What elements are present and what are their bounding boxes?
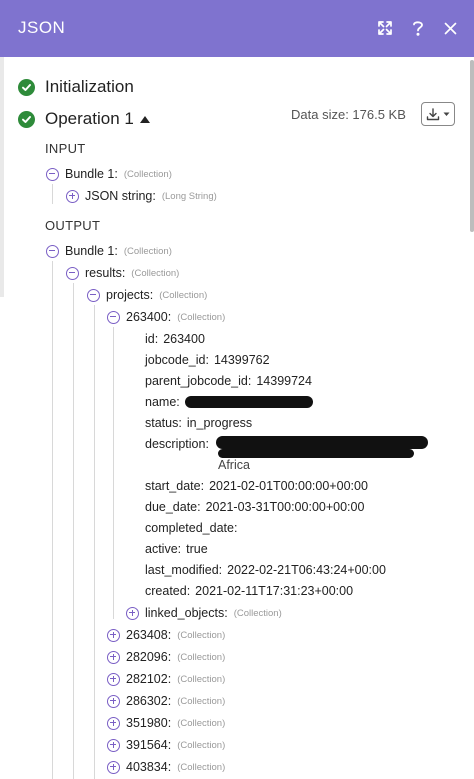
- field-row: active: true: [145, 542, 208, 556]
- output-bundle-row[interactable]: Bundle 1: (Collection): [46, 244, 172, 258]
- expand-toggle-icon[interactable]: [107, 716, 120, 730]
- tree-key: linked_objects:: [145, 606, 228, 620]
- field-row: name:: [145, 395, 180, 409]
- check-circle-icon: [18, 78, 35, 96]
- download-icon: [426, 107, 440, 120]
- tree-type: (Collection): [177, 695, 226, 707]
- tree-guide-line: [94, 305, 95, 779]
- collapse-toggle-icon[interactable]: [87, 288, 100, 302]
- field-row: start_date: 2021-02-01T00:00:00+00:00: [145, 479, 368, 493]
- description-continuation: Africa: [218, 458, 250, 472]
- tree-key: 263408:: [126, 628, 172, 642]
- tree-type: (Collection): [177, 739, 226, 751]
- field-row: created: 2021-02-11T17:31:23+00:00: [145, 584, 354, 598]
- tree-key: 286302:: [126, 694, 172, 708]
- project-row[interactable]: 351980: (Collection): [107, 716, 225, 730]
- tree-type: (Collection): [177, 761, 226, 773]
- expand-toggle-icon[interactable]: [107, 672, 120, 686]
- collapse-triangle-icon[interactable]: [139, 115, 150, 123]
- tree-guide-line: [52, 184, 53, 204]
- collapse-toggle-icon[interactable]: [66, 266, 79, 280]
- tree-key: 351980:: [126, 716, 172, 730]
- tree-type: (Collection): [159, 289, 208, 301]
- initialization-title: Initialization: [45, 77, 134, 96]
- close-icon[interactable]: [438, 16, 462, 40]
- redaction-mark: [185, 396, 313, 408]
- tree-type: (Collection): [233, 607, 282, 619]
- projects-row[interactable]: projects: (Collection): [87, 288, 207, 302]
- project-row[interactable]: 282102: (Collection): [107, 672, 225, 686]
- background-edge: [0, 57, 4, 297]
- expand-toggle-icon[interactable]: [126, 606, 139, 620]
- data-size: Data size: 176.5 KB: [291, 107, 406, 122]
- field-row: status: in_progress: [145, 416, 253, 430]
- tree-guide-line: [73, 283, 74, 779]
- field-row: due_date: 2021-03-31T00:00:00+00:00: [145, 500, 365, 514]
- tree-key: 403834:: [126, 760, 172, 774]
- field-row: last_modified: 2022-02-21T06:43:24+00:00: [145, 563, 386, 577]
- project-row[interactable]: 286302: (Collection): [107, 694, 225, 708]
- tree-type: (Collection): [123, 168, 172, 180]
- tree-key: 282102:: [126, 672, 172, 686]
- project-263400-row[interactable]: 263400: (Collection): [107, 310, 225, 324]
- expand-toggle-icon[interactable]: [107, 760, 120, 774]
- collapse-toggle-icon[interactable]: [107, 310, 120, 324]
- input-bundle-row[interactable]: Bundle 1: (Collection): [46, 167, 172, 181]
- tree-key: projects:: [106, 288, 154, 302]
- collapse-toggle-icon[interactable]: [46, 244, 59, 258]
- tree-guide-line: [113, 327, 114, 619]
- tree-key: 282096:: [126, 650, 172, 664]
- input-label: INPUT: [45, 141, 86, 156]
- redaction-mark: [218, 449, 414, 458]
- tree-type: (Collection): [177, 629, 226, 641]
- tree-key: JSON string:: [85, 189, 156, 203]
- check-circle-icon: [18, 110, 35, 128]
- project-row[interactable]: 403834: (Collection): [107, 760, 225, 774]
- expand-toggle-icon[interactable]: [107, 628, 120, 642]
- tree-type: (Collection): [131, 267, 180, 279]
- tree-guide-line: [52, 261, 53, 779]
- operation-title: Operation 1: [45, 109, 134, 128]
- collapse-toggle-icon[interactable]: [46, 167, 59, 181]
- initialization-row[interactable]: Initialization: [18, 77, 134, 97]
- tree-key: 263400:: [126, 310, 172, 324]
- modal-header: JSON: [0, 0, 474, 57]
- tree-type: (Collection): [123, 245, 172, 257]
- tree-type: (Collection): [177, 651, 226, 663]
- redaction-mark: [216, 436, 428, 449]
- question-mark-icon[interactable]: [406, 16, 430, 40]
- field-row: description:: [145, 437, 209, 451]
- field-row: completed_date:: [145, 521, 238, 535]
- tree-key: Bundle 1:: [65, 244, 118, 258]
- expand-toggle-icon[interactable]: [66, 189, 79, 203]
- modal-title: JSON: [18, 18, 66, 37]
- tree-type: (Collection): [177, 717, 226, 729]
- expand-toggle-icon[interactable]: [107, 650, 120, 664]
- results-row[interactable]: results: (Collection): [66, 266, 179, 280]
- tree-type: (Collection): [177, 673, 226, 685]
- linked-objects-row[interactable]: linked_objects: (Collection): [126, 606, 282, 620]
- operation-row[interactable]: Operation 1: [18, 109, 150, 129]
- tree-type: (Collection): [177, 311, 226, 323]
- expand-arrows-icon[interactable]: [373, 16, 397, 40]
- tree-key: results:: [85, 266, 126, 280]
- tree-key: Bundle 1:: [65, 167, 118, 181]
- field-row: id: 263400: [145, 332, 205, 346]
- chevron-down-icon: [443, 112, 450, 116]
- expand-toggle-icon[interactable]: [107, 738, 120, 752]
- expand-toggle-icon[interactable]: [107, 694, 120, 708]
- tree-type: (Long String): [161, 190, 217, 202]
- json-string-row[interactable]: JSON string: (Long String): [66, 189, 217, 203]
- field-row: jobcode_id: 14399762: [145, 353, 270, 367]
- project-row[interactable]: 391564: (Collection): [107, 738, 225, 752]
- scrollbar[interactable]: [470, 60, 474, 232]
- project-row[interactable]: 282096: (Collection): [107, 650, 225, 664]
- output-label: OUTPUT: [45, 218, 101, 233]
- tree-key: 391564:: [126, 738, 172, 752]
- field-row: parent_jobcode_id: 14399724: [145, 374, 312, 388]
- project-row[interactable]: 263408: (Collection): [107, 628, 225, 642]
- download-button[interactable]: [421, 102, 455, 126]
